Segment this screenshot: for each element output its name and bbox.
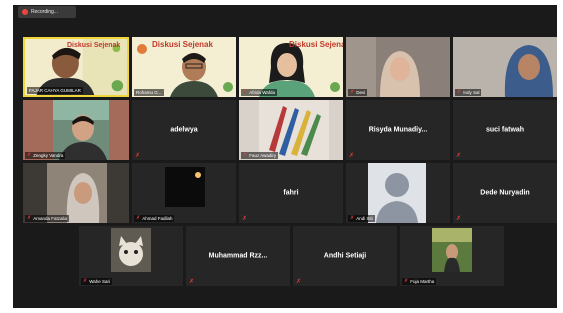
participant-tile-indy[interactable]: ✗ Indy Sal	[453, 37, 557, 97]
mic-muted-icon: ✗	[456, 153, 462, 159]
mic-muted-icon: ✗	[242, 216, 248, 222]
participant-tile-devi[interactable]: ✗ Devi	[346, 37, 450, 97]
mic-muted-icon: ✗	[83, 278, 88, 284]
participant-tile-rohamu[interactable]: Diskusi Sejenak Rohamu G...	[132, 37, 236, 97]
participant-tile-dede[interactable]: Dede Nuryadin ✗	[453, 163, 557, 223]
video-feed	[346, 37, 450, 97]
participant-name: ✗ Devi	[348, 89, 368, 96]
participant-tile-afrida[interactable]: Diskusi Sejenak ✗Afrida Wafda	[239, 37, 343, 97]
participant-name: ✗ Wahe Sari	[81, 278, 113, 285]
mic-muted-icon: ✗	[349, 153, 355, 159]
video-feed	[239, 100, 343, 160]
participant-name: ✗ Andi Siti	[348, 215, 375, 222]
participant-tile-fahri[interactable]: fahri ✗	[239, 163, 343, 223]
meeting-window: Recording... Diskusi Sejenak FAJAR CAHYA…	[13, 5, 557, 308]
mic-muted-icon: ✗	[136, 215, 141, 221]
video-feed	[23, 100, 129, 160]
participant-name: FAJAR CAHYA GUMILAR	[27, 87, 83, 94]
participant-name-center: fahri	[283, 189, 299, 197]
participant-tile-fuja[interactable]: ✗ Fuja Martha	[400, 226, 504, 286]
participant-tile-andi-siti[interactable]: ✗ Andi Siti	[346, 163, 450, 223]
participant-tile-zengky[interactable]: ✗ Zengky Vandra	[23, 100, 129, 160]
participant-tile-amanda[interactable]: ✗ Amanda Fatzalia	[23, 163, 129, 223]
participant-tile-risyda[interactable]: Risyda Munadiy... ✗	[346, 100, 450, 160]
slide-title: Diskusi Sejenak	[289, 40, 343, 49]
participant-name: ✗ Indy Sal	[455, 89, 482, 96]
recording-label: Recording...	[31, 9, 58, 15]
mic-muted-icon: ✗	[457, 89, 462, 95]
mic-muted-icon: ✗	[404, 278, 409, 284]
participant-name: ✗ Amanda Fatzalia	[25, 215, 69, 222]
participant-name: ✗ Fauz Awadiry	[241, 152, 279, 159]
avatar	[346, 163, 450, 223]
participant-name: ✗ Afrida Wafda	[241, 89, 278, 96]
participant-tile-andhi[interactable]: Andhi Setiaji ✗	[293, 226, 397, 286]
participant-tile-fauz[interactable]: ✗ Fauz Awadiry	[239, 100, 343, 160]
participant-name: ✗ Zengky Vandra	[25, 152, 66, 159]
participant-tile-wahe[interactable]: ✗ Wahe Sari	[79, 226, 183, 286]
mic-muted-icon: ✗	[350, 89, 355, 95]
participant-name-center: adelwya	[170, 126, 198, 134]
video-feed	[23, 163, 129, 223]
participant-tile-ahmad[interactable]: ✗ Ahmad Fadilah	[132, 163, 236, 223]
mic-muted-icon: ✗	[456, 216, 462, 222]
mic-muted-icon: ✗	[135, 153, 141, 159]
mic-muted-icon: ✗	[350, 215, 355, 221]
mic-muted-icon: ✗	[243, 152, 248, 158]
mic-muted-icon: ✗	[243, 89, 248, 95]
mic-muted-icon: ✗	[27, 215, 32, 221]
record-dot-icon	[22, 9, 28, 15]
recording-indicator[interactable]: Recording...	[18, 6, 76, 18]
mic-muted-icon: ✗	[189, 279, 195, 285]
participant-name-center: Dede Nuryadin	[480, 189, 530, 197]
participant-tile-muhammad[interactable]: Muhammad Rzz... ✗	[186, 226, 290, 286]
video-feed	[132, 163, 236, 223]
video-feed	[453, 37, 557, 97]
video-feed	[400, 226, 504, 286]
mic-muted-icon: ✗	[27, 152, 32, 158]
slide-title: Diskusi Sejenak	[67, 42, 121, 49]
participant-tile-adelwya[interactable]: adelwya ✗	[132, 100, 236, 160]
video-feed	[79, 226, 183, 286]
slide-title: Diskusi Sejenak	[152, 40, 213, 49]
participant-name-center: suci fatwah	[485, 126, 525, 134]
participant-tile-fajar[interactable]: Diskusi Sejenak FAJAR CAHYA GUMILAR	[23, 37, 129, 97]
participant-tile-suci[interactable]: suci fatwah ✗	[453, 100, 557, 160]
mic-muted-icon: ✗	[296, 279, 302, 285]
participant-name: Rohamu G...	[134, 89, 164, 96]
participant-name-center: Risyda Munadiy...	[368, 126, 428, 134]
participant-name: ✗ Fuja Martha	[402, 278, 437, 285]
participant-name-center: Andhi Setiaji	[323, 252, 367, 260]
participant-name: ✗ Ahmad Fadilah	[134, 215, 175, 222]
participant-name-center: Muhammad Rzz...	[208, 252, 268, 260]
